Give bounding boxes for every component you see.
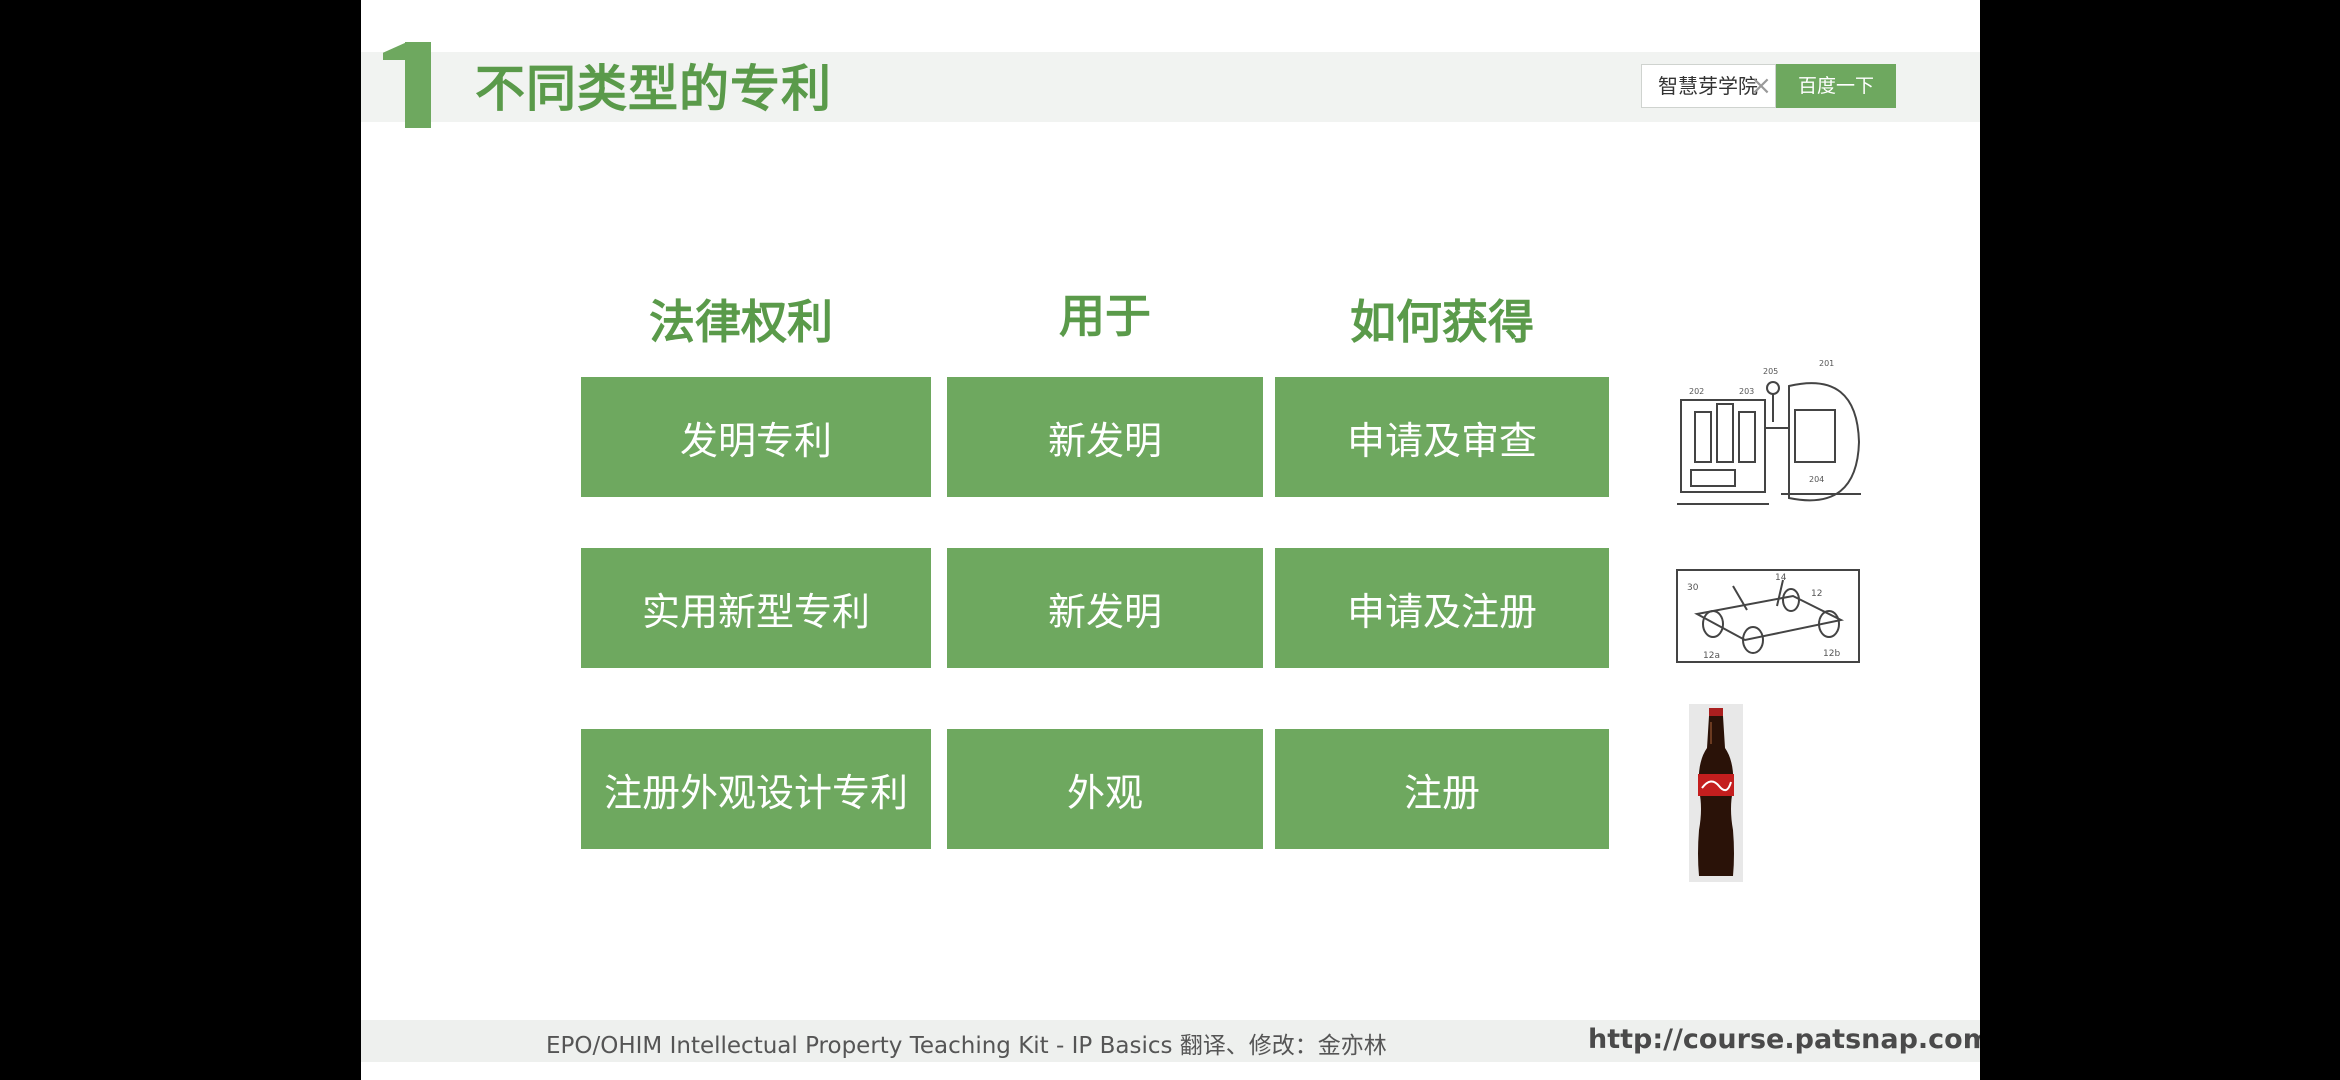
svg-text:204: 204 bbox=[1809, 475, 1824, 484]
bottle-image bbox=[1689, 704, 1743, 882]
column-header-used-for: 用于 bbox=[1059, 289, 1151, 343]
svg-text:12b: 12b bbox=[1823, 649, 1840, 659]
table-cell: 申请及注册 bbox=[1275, 548, 1609, 668]
svg-text:12a: 12a bbox=[1703, 651, 1720, 661]
svg-text:14: 14 bbox=[1775, 573, 1787, 583]
table-cell: 新发明 bbox=[947, 377, 1263, 497]
table-cell: 申请及审查 bbox=[1275, 377, 1609, 497]
table-cell: 发明专利 bbox=[581, 377, 931, 497]
column-header-legal-right: 法律权利 bbox=[649, 295, 833, 349]
table-cell: 实用新型专利 bbox=[581, 548, 931, 668]
column-header-how-obtained: 如何获得 bbox=[1350, 295, 1534, 349]
search-input[interactable]: 智慧芽学院 × bbox=[1641, 64, 1776, 108]
patent-drawing-icon: 202 203 205 201 204 bbox=[1677, 359, 1861, 505]
page-title: 不同类型的专利 bbox=[475, 60, 832, 118]
svg-text:205: 205 bbox=[1763, 367, 1778, 376]
svg-text:201: 201 bbox=[1819, 359, 1834, 368]
section-number-one bbox=[383, 42, 441, 128]
search-input-value: 智慧芽学院 bbox=[1658, 74, 1758, 98]
table-cell: 注册 bbox=[1275, 729, 1609, 849]
footer-url[interactable]: http://course.patsnap.com/ bbox=[1588, 1022, 1980, 1058]
close-icon[interactable]: × bbox=[1746, 65, 1776, 107]
svg-text:203: 203 bbox=[1739, 387, 1754, 396]
svg-text:202: 202 bbox=[1689, 387, 1704, 396]
slide: 不同类型的专利 智慧芽学院 × 百度一下 法律权利 用于 如何获得 发明专利 新… bbox=[361, 0, 1980, 1080]
utility-model-drawing-icon: 30 14 12 12a 12b bbox=[1676, 569, 1860, 663]
footer-credit: EPO/OHIM Intellectual Property Teaching … bbox=[546, 1033, 1387, 1059]
svg-text:30: 30 bbox=[1687, 583, 1699, 593]
svg-text:12: 12 bbox=[1811, 589, 1822, 599]
table-cell: 注册外观设计专利 bbox=[581, 729, 931, 849]
search-button[interactable]: 百度一下 bbox=[1776, 64, 1896, 108]
table-cell: 新发明 bbox=[947, 548, 1263, 668]
table-cell: 外观 bbox=[947, 729, 1263, 849]
